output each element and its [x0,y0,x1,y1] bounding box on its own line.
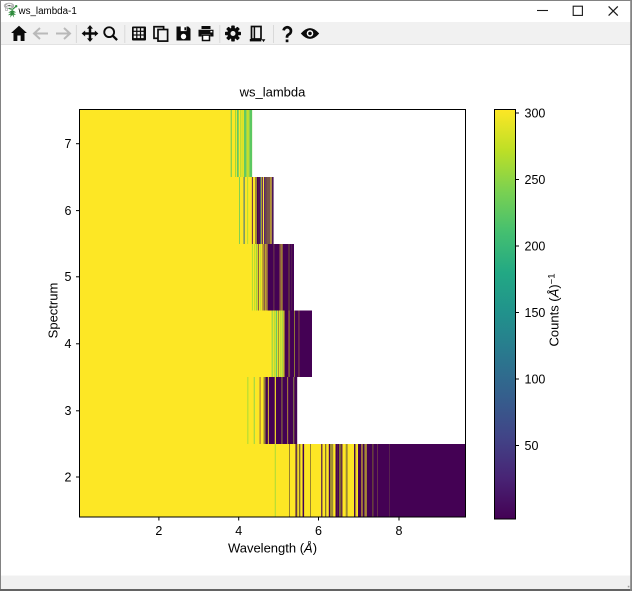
svg-text:300: 300 [525,106,546,120]
svg-text:8: 8 [396,524,403,538]
svg-text:2: 2 [65,470,72,484]
svg-text:5: 5 [65,270,72,284]
svg-text:Counts (Å)−1: Counts (Å)−1 [547,274,562,347]
svg-text:6: 6 [315,524,322,538]
svg-text:Wavelength (Å): Wavelength (Å) [228,541,317,556]
svg-text:4: 4 [235,524,242,538]
svg-text:6: 6 [65,204,72,218]
svg-text:200: 200 [525,239,546,253]
svg-text:50: 50 [525,439,539,453]
svg-text:ws_lambda: ws_lambda [239,85,307,100]
svg-text:100: 100 [525,372,546,386]
svg-text:ws_lambda-1: ws_lambda-1 [18,6,77,17]
svg-text:Spectrum: Spectrum [46,283,61,339]
svg-text:150: 150 [525,306,546,320]
svg-text:4: 4 [65,337,72,351]
svg-text:2: 2 [155,524,162,538]
svg-text:3: 3 [65,404,72,418]
svg-text:7: 7 [65,137,72,151]
svg-text:250: 250 [525,173,546,187]
